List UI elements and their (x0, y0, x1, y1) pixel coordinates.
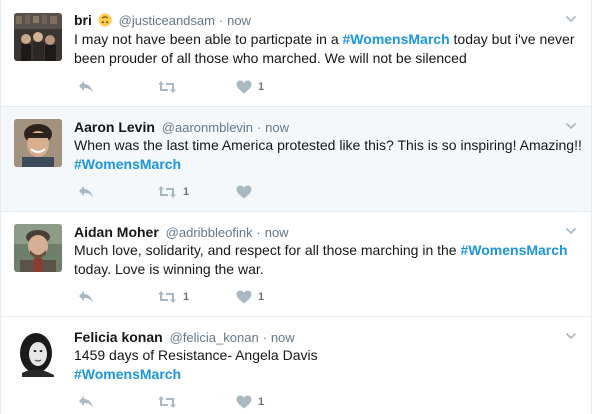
separator-dot: · (218, 13, 224, 28)
reply-button[interactable] (78, 78, 94, 96)
reply-button[interactable] (78, 393, 94, 411)
tweet[interactable]: Aidan Moher @adribbleofink · now Much lo… (1, 212, 591, 317)
hashtag-link[interactable]: #WomensMarch (460, 242, 567, 258)
heart-icon (236, 185, 252, 199)
user-handle[interactable]: @aaronmblevin (162, 120, 253, 135)
tweet-actions: 1 1 (74, 288, 374, 306)
like-button[interactable]: 1 (236, 288, 264, 306)
separator-dot: · (256, 225, 261, 240)
avatar[interactable] (14, 329, 62, 377)
tweet[interactable]: Felicia konan @felicia_konan · now 1459 … (1, 317, 591, 414)
tweet-text-part: 1459 days of Resistance- Angela Davis (74, 347, 318, 363)
tweet-text: I may not have been able to particpate i… (74, 30, 584, 68)
hashtag-link[interactable]: #WomensMarch (74, 366, 181, 382)
timestamp[interactable]: now (265, 225, 289, 240)
tweet-actions: 1 (74, 78, 374, 96)
retweet-count: 1 (183, 186, 190, 198)
display-name[interactable]: bri (74, 12, 92, 28)
avatar[interactable] (14, 119, 62, 167)
chevron-down-icon[interactable] (565, 225, 577, 237)
tweet-header: Aidan Moher @adribbleofink · now (74, 223, 551, 241)
reply-button[interactable] (78, 288, 94, 306)
tweet-actions: 1 (74, 183, 374, 201)
heart-icon (236, 395, 252, 409)
retweet-button[interactable]: 1 (157, 288, 189, 306)
like-button[interactable] (236, 183, 258, 201)
tweet-text: 1459 days of Resistance- Angela Davis #W… (74, 346, 374, 384)
timestamp[interactable]: now (271, 330, 295, 345)
like-count: 1 (258, 291, 265, 303)
avatar[interactable] (14, 224, 62, 272)
display-name[interactable]: Aidan Moher (74, 224, 159, 240)
like-count: 1 (258, 81, 265, 93)
user-handle[interactable]: @felicia_konan (170, 330, 259, 345)
retweet-icon (158, 396, 176, 408)
tweet-header: Aaron Levin @aaronmblevin · now (74, 118, 551, 136)
heart-icon (236, 80, 252, 94)
like-button[interactable]: 1 (236, 393, 264, 411)
retweet-icon (158, 186, 176, 198)
tweet-header: Felicia konan @felicia_konan · now (74, 328, 551, 346)
tweet-header: bri @justiceandsam · now (74, 11, 551, 29)
avatar[interactable] (14, 13, 62, 61)
display-name[interactable]: Aaron Levin (74, 119, 155, 135)
tweet-text: Much love, solidarity, and respect for a… (74, 241, 584, 279)
like-button[interactable]: 1 (236, 78, 264, 96)
upside-down-face-emoji (98, 13, 112, 27)
hashtag-link[interactable]: #WomensMarch (74, 156, 181, 172)
reply-icon (79, 81, 93, 93)
tweet-text-part: today. Love is winning the war. (74, 261, 264, 277)
chevron-down-icon[interactable] (565, 120, 577, 132)
display-name[interactable]: Felicia konan (74, 329, 163, 345)
chevron-down-icon[interactable] (565, 13, 577, 25)
timestamp[interactable]: now (227, 13, 251, 28)
user-handle[interactable]: @adribbleofink (166, 225, 253, 240)
tweet-text: When was the last time America protested… (74, 136, 584, 174)
heart-icon (236, 290, 252, 304)
tweet-actions: 1 (74, 393, 374, 411)
tweet[interactable]: Aaron Levin @aaronmblevin · now When was… (1, 107, 591, 212)
retweet-button[interactable] (157, 78, 183, 96)
retweet-button[interactable] (157, 393, 183, 411)
like-count: 1 (258, 396, 265, 408)
tweet-timeline: bri @justiceandsam · now I may not have … (0, 0, 592, 414)
tweet-text-part: When was the last time America protested… (74, 137, 582, 153)
timestamp[interactable]: now (265, 120, 289, 135)
chevron-down-icon[interactable] (565, 330, 577, 342)
separator-dot: · (256, 120, 262, 135)
retweet-count: 1 (183, 291, 190, 303)
retweet-icon (158, 291, 176, 303)
tweet-text-part: Much love, solidarity, and respect for a… (74, 242, 461, 258)
reply-icon (79, 291, 93, 303)
retweet-icon (158, 81, 176, 93)
separator-dot: · (262, 330, 267, 345)
retweet-button[interactable]: 1 (157, 183, 189, 201)
reply-icon (79, 396, 93, 408)
reply-button[interactable] (78, 183, 94, 201)
reply-icon (79, 186, 93, 198)
tweet[interactable]: bri @justiceandsam · now I may not have … (1, 0, 591, 107)
tweet-text-part: I may not have been able to particpate i… (74, 31, 343, 47)
hashtag-link[interactable]: #WomensMarch (343, 31, 450, 47)
user-handle[interactable]: @justiceandsam (119, 13, 215, 28)
